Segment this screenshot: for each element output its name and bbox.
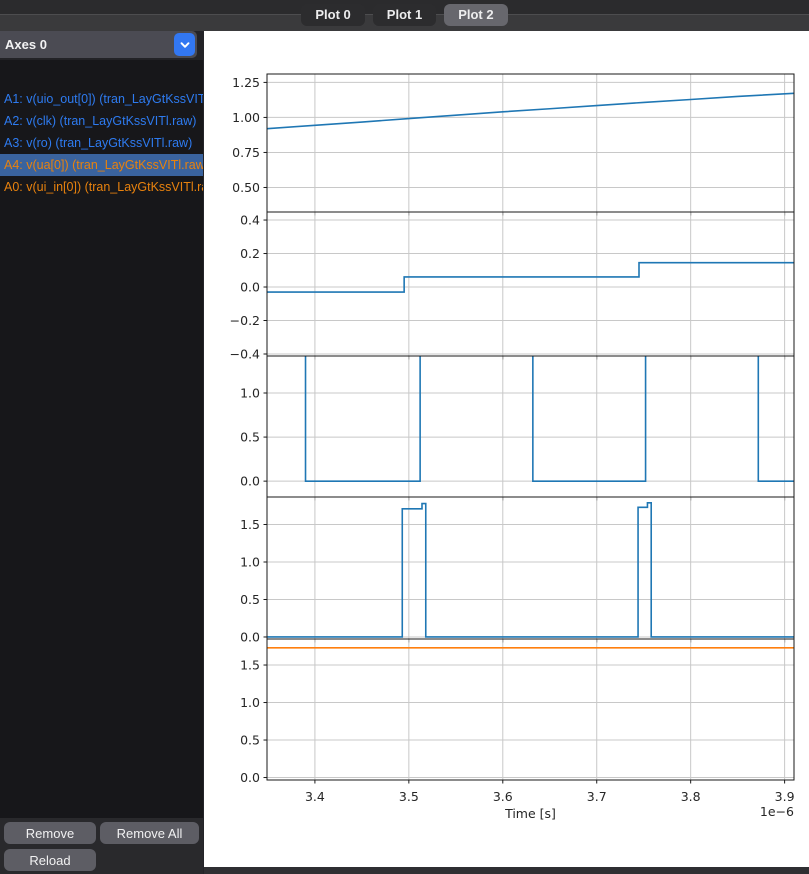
tab-plot-0[interactable]: Plot 0 bbox=[301, 3, 365, 26]
svg-text:3.7: 3.7 bbox=[587, 789, 607, 804]
svg-text:0.75: 0.75 bbox=[232, 145, 260, 160]
svg-text:0.2: 0.2 bbox=[240, 246, 260, 261]
signal-item-a0[interactable]: A0: v(ui_in[0]) (tran_LayGtKssVITl.raw) bbox=[0, 176, 203, 198]
svg-text:3.6: 3.6 bbox=[493, 789, 513, 804]
remove-all-button[interactable]: Remove All bbox=[100, 822, 199, 844]
reload-button[interactable]: Reload bbox=[4, 849, 96, 871]
signal-item-a1[interactable]: A1: v(uio_out[0]) (tran_LayGtKssVITl.raw… bbox=[0, 88, 203, 110]
signal-item-a4[interactable]: A4: v(ua[0]) (tran_LayGtKssVITl.raw) bbox=[0, 154, 203, 176]
remove-button[interactable]: Remove bbox=[4, 822, 96, 844]
tab-plot-2[interactable]: Plot 2 bbox=[444, 3, 508, 26]
svg-text:3.9: 3.9 bbox=[775, 789, 795, 804]
axes-selector-dropdown-button[interactable] bbox=[174, 33, 195, 56]
signal-list: A1: v(uio_out[0]) (tran_LayGtKssVITl.raw… bbox=[0, 60, 203, 818]
svg-text:0.0: 0.0 bbox=[240, 629, 260, 644]
svg-text:0.0: 0.0 bbox=[240, 280, 260, 295]
figure-canvas: 1.25 1.00 0.75 0.50 0.4 0.2 0.0 −0.2 −0.4 1.0 0.5 0… bbox=[230, 73, 795, 821]
signal-item-a2[interactable]: A2: v(clk) (tran_LayGtKssVITl.raw) bbox=[0, 110, 203, 132]
bottom-strip bbox=[204, 867, 809, 874]
plot-canvas: 1.25 1.00 0.75 0.50 0.4 0.2 0.0 −0.2 −0.4 1.0 0.5 0… bbox=[204, 31, 809, 867]
svg-text:1.5: 1.5 bbox=[240, 658, 260, 673]
svg-text:3.4: 3.4 bbox=[305, 789, 325, 804]
svg-text:−0.4: −0.4 bbox=[230, 346, 260, 361]
axes-selector-value: Axes 0 bbox=[5, 37, 47, 52]
axes-selector[interactable]: Axes 0 bbox=[0, 31, 197, 58]
svg-text:0.4: 0.4 bbox=[240, 213, 260, 228]
svg-text:1.00: 1.00 bbox=[232, 110, 260, 125]
svg-text:Time [s]: Time [s] bbox=[504, 806, 556, 821]
svg-text:1.0: 1.0 bbox=[240, 386, 260, 401]
svg-text:0.5: 0.5 bbox=[240, 733, 260, 748]
svg-text:0.50: 0.50 bbox=[232, 180, 260, 195]
sidebar: Axes 0 A1: v(uio_out[0]) (tran_LayGtKssV… bbox=[0, 31, 203, 874]
svg-text:1e−6: 1e−6 bbox=[760, 804, 794, 819]
svg-text:0.0: 0.0 bbox=[240, 770, 260, 785]
waveform-viewer-window: Plot 0 Plot 1 Plot 2 Axes 0 A1: v(uio_ou… bbox=[0, 0, 809, 874]
sidebar-button-strip: Remove Remove All Reload bbox=[0, 818, 203, 874]
svg-text:0.5: 0.5 bbox=[240, 592, 260, 607]
svg-text:3.5: 3.5 bbox=[399, 789, 419, 804]
svg-text:1.5: 1.5 bbox=[240, 517, 260, 532]
svg-text:3.8: 3.8 bbox=[681, 789, 701, 804]
tab-plot-1[interactable]: Plot 1 bbox=[372, 3, 437, 26]
svg-text:1.0: 1.0 bbox=[240, 555, 260, 570]
svg-text:−0.2: −0.2 bbox=[230, 313, 260, 328]
svg-text:0.5: 0.5 bbox=[240, 430, 260, 445]
svg-text:1.0: 1.0 bbox=[240, 695, 260, 710]
chevron-down-icon bbox=[180, 41, 189, 48]
svg-text:0.0: 0.0 bbox=[240, 474, 260, 489]
plot-tabs: Plot 0 Plot 1 Plot 2 bbox=[0, 3, 809, 26]
signal-item-a3[interactable]: A3: v(ro) (tran_LayGtKssVITl.raw) bbox=[0, 132, 203, 154]
tab-bar: Plot 0 Plot 1 Plot 2 bbox=[0, 0, 809, 31]
svg-text:1.25: 1.25 bbox=[232, 75, 260, 90]
